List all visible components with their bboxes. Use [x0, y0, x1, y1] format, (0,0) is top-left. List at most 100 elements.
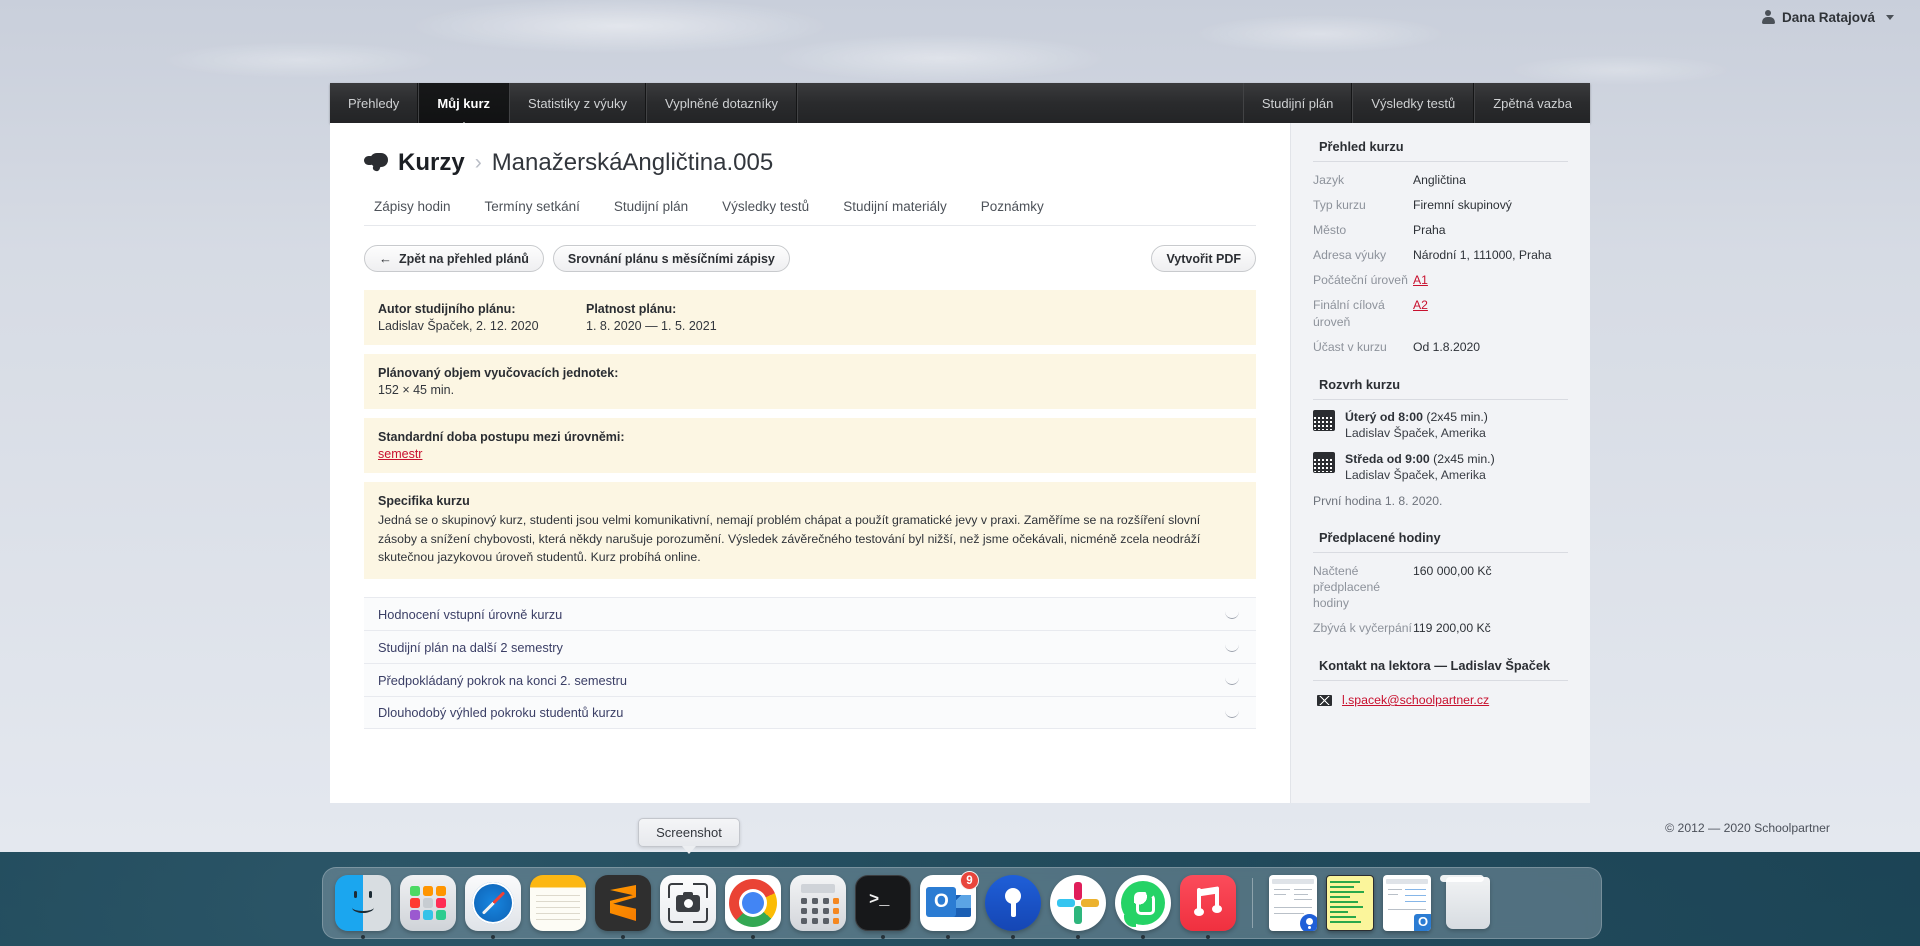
course-specifics-text: Jedná se o skupinový kurz, studenti jsou… [378, 513, 1201, 565]
row-key: Město [1313, 223, 1347, 238]
plan-validity-group: Platnost plánu: 1. 8. 2020 — 1. 5. 2021 [586, 302, 717, 333]
plan-validity-label: Platnost plánu: [586, 302, 677, 316]
nav-item-prehledy[interactable]: Přehledy [330, 83, 419, 123]
nav-item-dotazniky[interactable]: Vyplněné dotazníky [646, 83, 797, 123]
schedule-time-line: Úterý od 8:00 (2x45 min.) [1345, 410, 1488, 424]
row-key: Počáteční úroveň [1313, 273, 1408, 288]
tab-studijni-materialy[interactable]: Studijní materiály [826, 199, 964, 214]
accordion-row-next-semesters[interactable]: Studijní plán na další 2 semestry [364, 630, 1256, 664]
back-to-plans-button[interactable]: ← Zpět na přehled plánů [364, 245, 544, 272]
dock-item-google-chrome[interactable] [725, 875, 781, 939]
tab-studijni-plan[interactable]: Studijní plán [597, 199, 705, 214]
dock-item-calculator[interactable] [790, 875, 846, 931]
dock-item-safari[interactable] [465, 875, 521, 939]
user-menu[interactable]: Dana Ratajová [1761, 9, 1894, 25]
dock-item-whatsapp[interactable] [1115, 875, 1171, 939]
dock-item-launchpad[interactable] [400, 875, 456, 931]
minimized-window-notes[interactable] [1326, 875, 1374, 931]
dock-item-outlook[interactable]: 9 [920, 871, 979, 939]
schedule-item-tuesday: Úterý od 8:00 (2x45 min.) Ladislav Špače… [1313, 409, 1568, 440]
accordion-row-expected-progress[interactable]: Předpokládaný pokrok na konci 2. semestr… [364, 663, 1256, 697]
sidebar-heading-contact: Kontakt na lektora — Ladislav Špaček [1313, 658, 1568, 682]
chevron-down-icon [1886, 14, 1894, 20]
dock-tooltip-screenshot: Screenshot [638, 818, 740, 854]
row-key: Finální cílová úroveň [1313, 298, 1385, 329]
minimized-window-thumbnail [1383, 875, 1431, 931]
minimized-window-1password[interactable] [1269, 875, 1317, 931]
chevron-collapse-icon[interactable] [1224, 643, 1242, 653]
plan-progress-link[interactable]: semestr [378, 447, 422, 461]
main-column: Kurzy › ManažerskáAngličtina.005 Zápisy … [330, 123, 1290, 803]
minimized-window-thumbnail [1269, 875, 1317, 931]
running-indicator [491, 935, 495, 939]
tab-zapisy-hodin[interactable]: Zápisy hodin [364, 199, 468, 214]
sublime-text-icon [595, 875, 651, 931]
sidebar-column: Přehled kurzu Jazyk Angličtina Typ kurzu… [1290, 123, 1590, 803]
plan-author-label: Autor studijního plánu: [378, 302, 516, 316]
browser-viewport: Dana Ratajová Přehledy Můj kurz Statisti… [0, 0, 1920, 852]
dock-item-terminal[interactable]: >_ [855, 875, 911, 939]
plan-progress-block: Standardní doba postupu mezi úrovněmi: s… [364, 418, 1256, 473]
row-key: Typ kurzu [1313, 198, 1366, 213]
running-indicator [751, 935, 755, 939]
finder-icon [335, 875, 391, 931]
main-navbar: Přehledy Můj kurz Statistiky z výuky Vyp… [330, 83, 1590, 123]
launchpad-icon [400, 875, 456, 931]
dock-item-sublime-text[interactable] [595, 875, 651, 939]
dock-item-screenshot[interactable] [660, 875, 716, 931]
minimized-window-outlook[interactable] [1383, 875, 1431, 931]
dock-item-slack[interactable] [1050, 875, 1106, 939]
row-key: Načtené předplacené hodiny [1313, 563, 1381, 610]
row-value: Firemní skupinový [1413, 198, 1512, 213]
initial-level-link[interactable]: A1 [1413, 272, 1428, 288]
running-indicator [1076, 935, 1080, 939]
course-specifics-title: Specifika kurzu [378, 494, 470, 508]
dock-item-trash[interactable] [1440, 875, 1496, 931]
tab-vysledky-testu[interactable]: Výsledky testů [705, 199, 826, 214]
navbar-right-group: Studijní plán Výsledky testů Zpětná vazb… [1242, 83, 1590, 123]
breadcrumb-root-link[interactable]: Kurzy [398, 149, 465, 177]
chevron-collapse-icon[interactable] [1224, 610, 1242, 620]
accordion-row-entry-level[interactable]: Hodnocení vstupní úrovně kurzu [364, 597, 1256, 631]
tab-poznamky[interactable]: Poznámky [964, 199, 1061, 214]
schedule-duration: (2x45 min.) [1426, 409, 1488, 424]
accordion-row-long-term-outlook[interactable]: Dlouhodobý výhled pokroku studentů kurzu [364, 696, 1256, 730]
plan-volume-label: Plánovaný objem vyučovacích jednotek: [378, 366, 619, 380]
nav-item-zpetna-vazba[interactable]: Zpětná vazba [1474, 83, 1590, 123]
minimized-window-thumbnail [1326, 875, 1374, 931]
accordion-list: Hodnocení vstupní úrovně kurzu Studijní … [364, 597, 1256, 730]
user-name: Dana Ratajová [1781, 9, 1875, 25]
nav-item-muj-kurz[interactable]: Můj kurz [418, 83, 510, 123]
dock-separator [1252, 878, 1253, 928]
nav-item-vysledky-testu[interactable]: Výsledky testů [1352, 83, 1475, 123]
running-indicator [1206, 935, 1210, 939]
dock-item-notes[interactable] [530, 875, 586, 931]
create-pdf-label: Vytvořit PDF [1166, 251, 1241, 266]
music-icon [1180, 875, 1236, 931]
contact-email-link[interactable]: l.spacek@schoolpartner.cz [1342, 693, 1489, 707]
compare-plan-button[interactable]: Srovnání plánu s měsíčními zápisy [552, 245, 790, 272]
dock-item-finder[interactable] [335, 875, 391, 939]
notes-icon [530, 875, 586, 931]
compare-plan-label: Srovnání plánu s měsíčními zápisy [567, 251, 775, 266]
slack-icon [1050, 875, 1106, 931]
target-level-link[interactable]: A2 [1413, 297, 1428, 313]
create-pdf-button[interactable]: Vytvořit PDF [1151, 245, 1256, 272]
plan-author-block: Autor studijního plánu: Ladislav Špaček,… [364, 290, 1256, 345]
row-key: Zbývá k vyčerpání [1313, 621, 1412, 636]
dock-item-music[interactable] [1180, 875, 1236, 939]
chevron-collapse-icon[interactable] [1224, 676, 1242, 686]
nav-item-studijni-plan[interactable]: Studijní plán [1242, 83, 1353, 123]
breadcrumb: Kurzy › ManažerskáAngličtina.005 [364, 149, 1256, 177]
nav-item-statistiky[interactable]: Statistiky z výuky [509, 83, 647, 123]
schedule-item-wednesday: Středa od 9:00 (2x45 min.) Ladislav Špač… [1313, 451, 1568, 482]
dock-item-1password[interactable] [985, 875, 1041, 939]
running-indicator [1141, 935, 1145, 939]
running-indicator [361, 935, 365, 939]
chevron-collapse-icon[interactable] [1224, 709, 1242, 718]
1password-badge-icon [1300, 914, 1317, 931]
row-value: Národní 1, 111000, Praha [1413, 248, 1552, 263]
sidebar-row-language: Jazyk Angličtina [1313, 172, 1568, 188]
contact-email-row[interactable]: l.spacek@schoolpartner.cz [1313, 693, 1568, 707]
tab-terminy-setkani[interactable]: Termíny setkání [468, 199, 597, 214]
